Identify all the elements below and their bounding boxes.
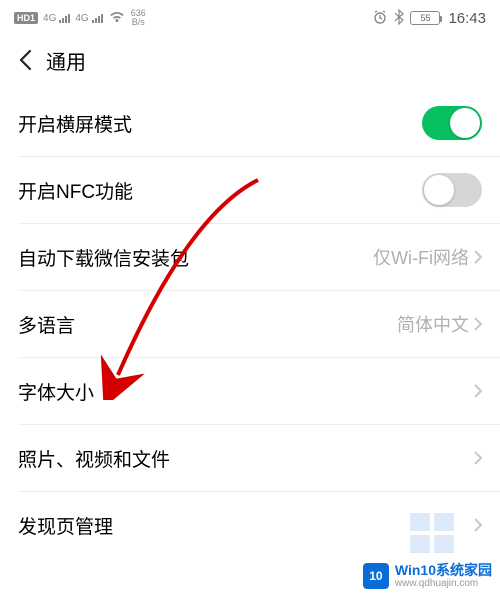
battery-icon: 55 <box>410 11 440 25</box>
speed-unit: B/s <box>132 18 145 27</box>
row-value: 简体中文 <box>397 311 482 337</box>
watermark-title: Win10系统家园 <box>395 563 492 578</box>
toggle-knob <box>450 108 480 138</box>
battery-level: 55 <box>420 13 430 23</box>
chevron-right-icon <box>473 383 482 399</box>
signal-bars-1 <box>59 14 70 23</box>
row-value: 仅Wi-Fi网络 <box>373 244 482 270</box>
header: 通用 <box>0 36 500 90</box>
watermark-logo-shadow <box>408 511 458 555</box>
chevron-right-icon <box>473 249 482 265</box>
alarm-icon <box>372 9 388 28</box>
row-value <box>473 383 482 399</box>
signal-bars-2 <box>92 14 103 23</box>
toggle-nfc[interactable] <box>422 173 482 207</box>
back-button[interactable] <box>12 43 38 77</box>
row-font-size[interactable]: 字体大小 <box>0 358 500 424</box>
row-label: 开启NFC功能 <box>18 177 133 204</box>
chevron-right-icon <box>473 517 482 533</box>
chevron-right-icon <box>473 316 482 332</box>
toggle-knob <box>424 175 454 205</box>
status-right: 55 16:43 <box>372 9 486 28</box>
hd-badge: HD1 <box>14 12 38 24</box>
row-label: 字体大小 <box>18 378 94 405</box>
wifi-icon <box>108 10 126 27</box>
toggle-landscape[interactable] <box>422 106 482 140</box>
row-label: 开启横屏模式 <box>18 110 132 137</box>
signal-4g-1: 4G <box>43 13 56 24</box>
row-label: 发现页管理 <box>18 512 113 539</box>
signal-4g-2: 4G <box>75 13 88 24</box>
watermark-text: Win10系统家园 www.qdhuajin.com <box>395 563 492 589</box>
status-bar: HD1 4G 4G 636 B/s 55 16:43 <box>0 0 500 36</box>
chevron-right-icon <box>473 450 482 466</box>
net-speed: 636 B/s <box>131 9 146 27</box>
status-left: HD1 4G 4G 636 B/s <box>14 9 146 27</box>
row-nfc[interactable]: 开启NFC功能 <box>0 157 500 223</box>
page-title: 通用 <box>46 46 86 75</box>
chevron-left-icon <box>18 49 32 71</box>
row-value-text: 仅Wi-Fi网络 <box>373 244 469 270</box>
row-label: 照片、视频和文件 <box>18 445 170 472</box>
row-label: 多语言 <box>18 311 75 338</box>
clock-time: 16:43 <box>448 10 486 27</box>
watermark-logo: 10 <box>363 563 389 589</box>
row-language[interactable]: 多语言 简体中文 <box>0 291 500 357</box>
watermark: 10 Win10系统家园 www.qdhuajin.com <box>363 563 492 589</box>
row-value-text: 简体中文 <box>397 311 469 337</box>
row-value <box>473 517 482 533</box>
row-media-files[interactable]: 照片、视频和文件 <box>0 425 500 491</box>
bluetooth-icon <box>394 9 404 28</box>
row-landscape-mode[interactable]: 开启横屏模式 <box>0 90 500 156</box>
row-auto-download[interactable]: 自动下载微信安装包 仅Wi-Fi网络 <box>0 224 500 290</box>
watermark-url: www.qdhuajin.com <box>395 578 492 589</box>
row-label: 自动下载微信安装包 <box>18 244 189 271</box>
row-value <box>473 450 482 466</box>
